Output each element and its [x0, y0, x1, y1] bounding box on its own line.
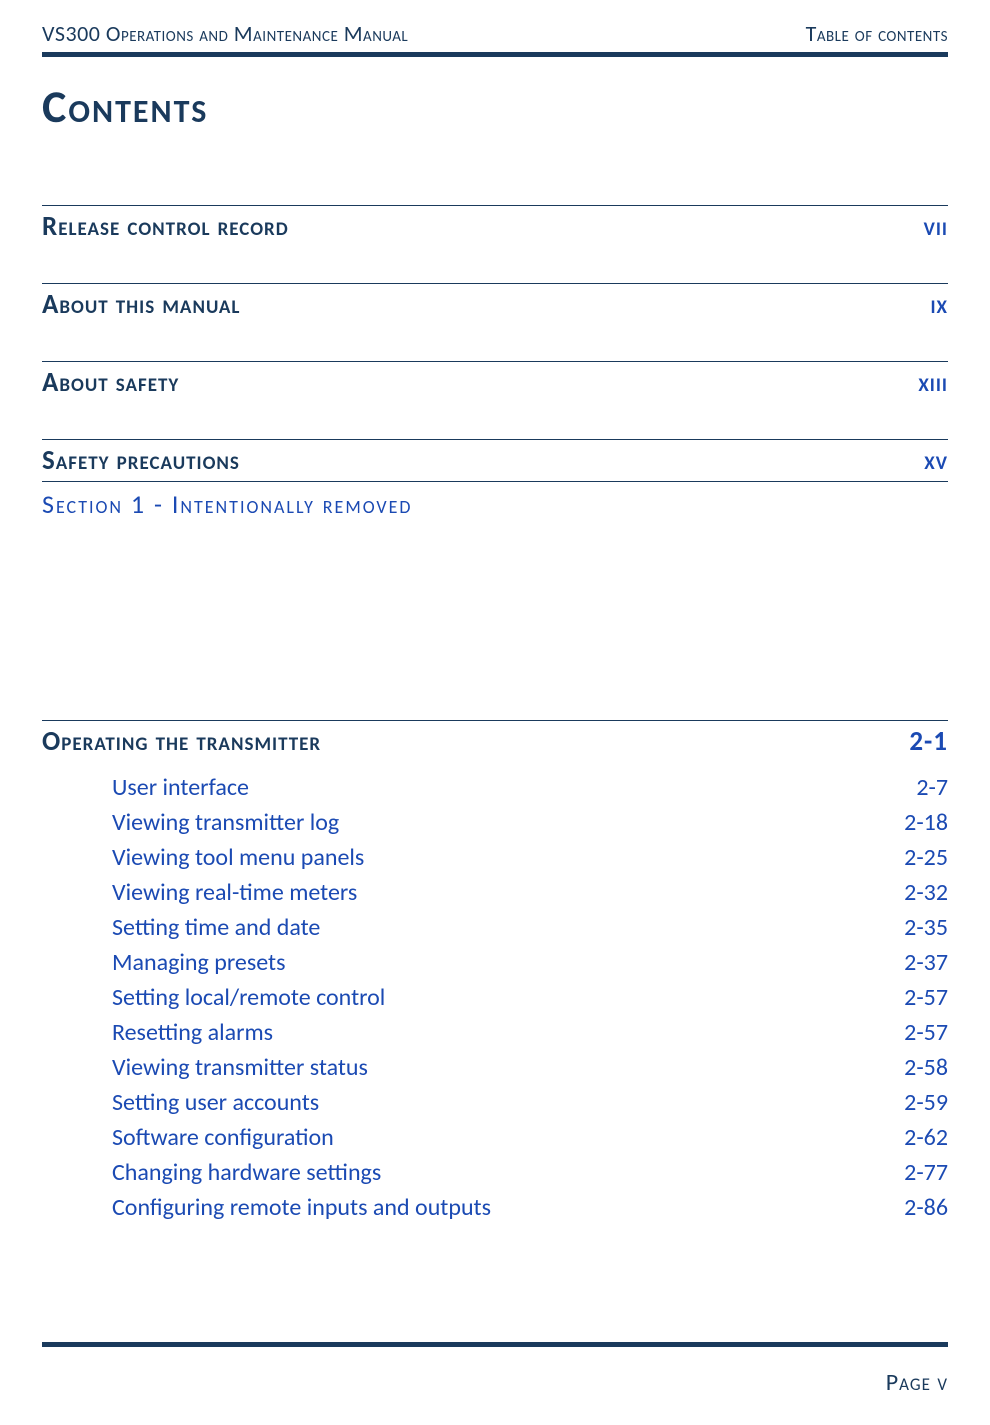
- toc-sub-label: Software configuration: [112, 1123, 334, 1152]
- toc-entry-safety-precautions[interactable]: Safety precautions xv: [42, 439, 948, 482]
- page: VS300 Operations and Maintenance Manual …: [0, 0, 990, 1225]
- toc-sub-page: 2-18: [904, 808, 948, 837]
- toc-subentry-viewing-real-time-meters[interactable]: Viewing real-time meters 2-32: [112, 875, 948, 910]
- toc-entry-operating-the-transmitter[interactable]: Operating the transmitter 2-1: [42, 720, 948, 762]
- toc-sub-page: 2-25: [904, 843, 948, 872]
- toc-label: Operating the transmitter: [42, 725, 321, 758]
- toc-page: ix: [930, 288, 948, 321]
- toc-subentry-resetting-alarms[interactable]: Resetting alarms 2-57: [112, 1015, 948, 1050]
- spacer: [42, 520, 948, 720]
- header-right: Table of contents: [806, 20, 948, 47]
- toc-sub-label: Viewing transmitter status: [112, 1053, 368, 1082]
- footer-rule: [42, 1342, 948, 1347]
- toc-subentry-software-configuration[interactable]: Software configuration 2-62: [112, 1120, 948, 1155]
- header-rule: [42, 52, 948, 57]
- toc-subentry-viewing-tool-menu-panels[interactable]: Viewing tool menu panels 2-25: [112, 840, 948, 875]
- toc-sub-page: 2-32: [904, 878, 948, 907]
- toc-subentry-viewing-transmitter-log[interactable]: Viewing transmitter log 2-18: [112, 805, 948, 840]
- toc-page: xv: [924, 444, 948, 477]
- toc-sub-label: Resetting alarms: [112, 1018, 273, 1047]
- toc-label: Safety precautions: [42, 444, 240, 477]
- toc-entry-about-this-manual[interactable]: About this manual ix: [42, 283, 948, 325]
- toc-sub-page: 2-58: [904, 1053, 948, 1082]
- toc-sub-page: 2-59: [904, 1088, 948, 1117]
- toc-sub-page: 2-62: [904, 1123, 948, 1152]
- contents-title: Contents: [42, 79, 948, 135]
- toc-subentry-changing-hardware-settings[interactable]: Changing hardware settings 2-77: [112, 1155, 948, 1190]
- toc-sub-label: Configuring remote inputs and outputs: [112, 1193, 491, 1222]
- toc-sub-label: Managing presets: [112, 948, 285, 977]
- toc-entry-about-safety[interactable]: About safety xiii: [42, 361, 948, 403]
- toc-sub-label: Setting time and date: [112, 913, 320, 942]
- toc-sub-page: 2-86: [904, 1193, 948, 1222]
- toc-subentry-setting-time-and-date[interactable]: Setting time and date 2-35: [112, 910, 948, 945]
- section-1-removed: Section 1 - Intentionally removed: [42, 482, 948, 520]
- toc-sub-page: 2-35: [904, 913, 948, 942]
- toc-label: About this manual: [42, 288, 240, 321]
- toc-sub-label: Setting local/remote control: [112, 983, 385, 1012]
- toc-subentry-setting-local-remote-control[interactable]: Setting local/remote control 2-57: [112, 980, 948, 1015]
- toc-entry-release-control-record[interactable]: Release control record vii: [42, 205, 948, 247]
- toc-sub-page: 2-77: [904, 1158, 948, 1187]
- toc-sub-page: 2-7: [916, 773, 948, 802]
- toc-sublist: User interface 2-7 Viewing transmitter l…: [42, 770, 948, 1225]
- toc-subentry-configuring-remote-inputs-and-outputs[interactable]: Configuring remote inputs and outputs 2-…: [112, 1190, 948, 1225]
- toc-sub-label: Viewing real-time meters: [112, 878, 357, 907]
- toc-label: About safety: [42, 366, 179, 399]
- toc-sub-page: 2-37: [904, 948, 948, 977]
- header-left: VS300 Operations and Maintenance Manual: [42, 20, 408, 47]
- toc-sub-page: 2-57: [904, 1018, 948, 1047]
- toc-sub-label: Changing hardware settings: [112, 1158, 381, 1187]
- toc-page: vii: [924, 210, 948, 243]
- toc-sub-label: Viewing transmitter log: [112, 808, 339, 837]
- toc-subentry-managing-presets[interactable]: Managing presets 2-37: [112, 945, 948, 980]
- toc-page: xiii: [918, 366, 948, 399]
- toc-subentry-setting-user-accounts[interactable]: Setting user accounts 2-59: [112, 1085, 948, 1120]
- toc-subentry-user-interface[interactable]: User interface 2-7: [112, 770, 948, 805]
- page-number: Page v: [886, 1368, 948, 1397]
- toc-sub-label: Viewing tool menu panels: [112, 843, 364, 872]
- toc-label: Release control record: [42, 210, 289, 243]
- toc-page: 2-1: [909, 725, 948, 758]
- page-header: VS300 Operations and Maintenance Manual …: [42, 20, 948, 51]
- toc-sub-label: User interface: [112, 773, 249, 802]
- toc-sub-label: Setting user accounts: [112, 1088, 319, 1117]
- toc-subentry-viewing-transmitter-status[interactable]: Viewing transmitter status 2-58: [112, 1050, 948, 1085]
- toc-sub-page: 2-57: [904, 983, 948, 1012]
